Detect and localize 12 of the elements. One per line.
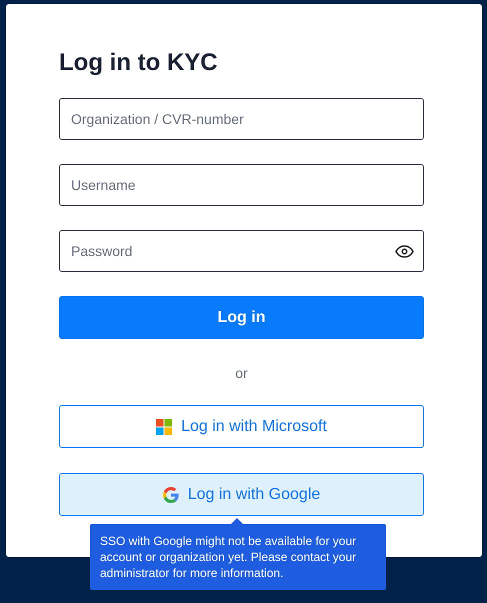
- tooltip: SSO with Google might not be available for your account or organization yet. Please contact your administrator for more information.: [90, 524, 386, 590]
- g-letter-icon: [162, 486, 179, 502]
- four-squares-icon: [156, 418, 172, 434]
- password-field[interactable]: Password: [59, 230, 424, 272]
- eye-icon[interactable]: [395, 245, 414, 258]
- input-field[interactable]: Username: [59, 164, 424, 206]
- separator-text: or: [235, 365, 248, 381]
- sso-button[interactable]: Log in with Microsoft: [59, 405, 424, 448]
- input-field[interactable]: Organization / CVR-number: [59, 98, 424, 140]
- page-title: Log in to KYC: [59, 48, 219, 78]
- login-button[interactable]: Log in: [59, 296, 424, 339]
- sso-button[interactable]: Log in with Google: [59, 473, 424, 516]
